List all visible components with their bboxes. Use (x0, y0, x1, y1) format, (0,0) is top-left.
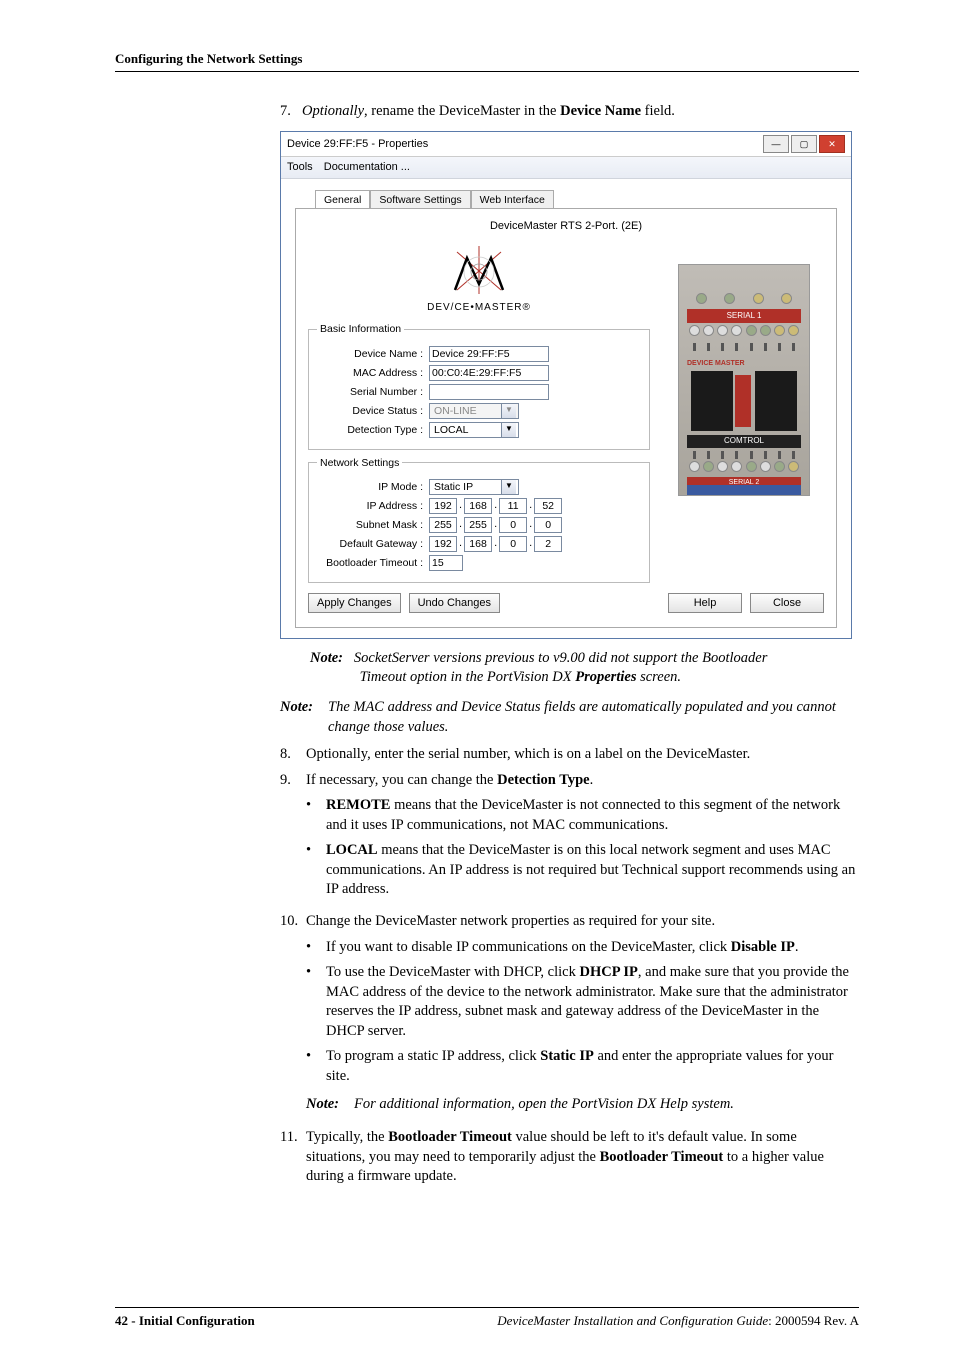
note-socketserver: Note: SocketServer versions previous to … (310, 649, 859, 688)
device-serial1-label: SERIAL 1 (687, 309, 801, 323)
default-gateway-label: Default Gateway : (317, 537, 423, 551)
step-number: 7. (280, 102, 302, 122)
bootloader-timeout-label: Bootloader Timeout : (317, 556, 423, 570)
window-controls: — ▢ ✕ (763, 135, 845, 153)
device-comtrol-label: COMTROL (687, 435, 801, 448)
mask-octet-4[interactable] (534, 517, 562, 533)
dialog-body: GeneralSoftware SettingsWeb Interface De… (281, 179, 851, 638)
basic-legend: Basic Information (317, 322, 404, 336)
note-mac-status: Note: The MAC address and Device Status … (280, 698, 859, 737)
close-button[interactable]: Close (750, 593, 824, 613)
serial-number-label: Serial Number : (317, 385, 423, 399)
bootloader-timeout-input[interactable] (429, 555, 463, 571)
step-7: 7. Optionally, rename the DeviceMaster i… (280, 102, 859, 122)
gw-octet-1[interactable] (429, 536, 457, 552)
mac-address-input (429, 365, 549, 381)
gw-octet-2[interactable] (464, 536, 492, 552)
minimize-button[interactable]: — (763, 135, 789, 153)
ip-mode-select[interactable]: Static IP ▼ (429, 479, 519, 495)
mac-address-label: MAC Address : (317, 366, 423, 380)
device-status-select: ON-LINE ▼ (429, 403, 519, 419)
ip-address-label: IP Address : (317, 499, 423, 513)
undo-changes-button[interactable]: Undo Changes (409, 593, 500, 613)
chevron-down-icon[interactable]: ▼ (501, 423, 516, 437)
serial-number-input[interactable] (429, 384, 549, 400)
chevron-down-icon: ▼ (501, 404, 516, 418)
step-9: 9. If necessary, you can change the Dete… (280, 771, 859, 906)
tab-general[interactable]: General (315, 190, 370, 209)
tab-software-settings[interactable]: Software Settings (370, 190, 470, 209)
gw-octet-4[interactable] (534, 536, 562, 552)
menu-bar: Tools Documentation ... (281, 157, 851, 179)
network-legend: Network Settings (317, 456, 402, 470)
header-rule (115, 71, 859, 72)
window-title: Device 29:FF:F5 - Properties (287, 137, 763, 152)
tab-strip: GeneralSoftware SettingsWeb Interface (315, 189, 837, 208)
device-name-input[interactable] (429, 346, 549, 362)
logo-text: DEV/CE•MASTER® (308, 301, 650, 315)
detection-type-label: Detection Type : (317, 423, 423, 437)
page-footer: 42 - Initial Configuration DeviceMaster … (115, 1307, 859, 1330)
mask-octet-2[interactable] (464, 517, 492, 533)
mask-octet-3[interactable] (499, 517, 527, 533)
page-content: 7. Optionally, rename the DeviceMaster i… (280, 102, 859, 1187)
basic-information-group: Basic Information Device Name : MAC Addr… (308, 322, 650, 449)
chevron-down-icon[interactable]: ▼ (501, 480, 516, 494)
step-text: Optionally, rename the DeviceMaster in t… (302, 102, 675, 122)
help-button[interactable]: Help (668, 593, 742, 613)
ip-octet-2[interactable] (464, 498, 492, 514)
titlebar: Device 29:FF:F5 - Properties — ▢ ✕ (281, 132, 851, 157)
running-header: Configuring the Network Settings (115, 50, 859, 68)
step-11: 11. Typically, the Bootloader Timeout va… (280, 1128, 859, 1187)
ip-octet-4[interactable] (534, 498, 562, 514)
ip-octet-3[interactable] (499, 498, 527, 514)
ip-mode-label: IP Mode : (317, 480, 423, 494)
devicemaster-logo: DEV/CE•MASTER® (308, 244, 650, 315)
detection-type-select[interactable]: LOCAL ▼ (429, 422, 519, 438)
gw-octet-3[interactable] (499, 536, 527, 552)
device-dm-label: DEVICE MASTER (687, 359, 801, 368)
tab-web-interface[interactable]: Web Interface (471, 190, 554, 209)
close-window-button[interactable]: ✕ (819, 135, 845, 153)
properties-dialog: Device 29:FF:F5 - Properties — ▢ ✕ Tools… (280, 131, 852, 639)
network-settings-group: Network Settings IP Mode : Static IP ▼ I… (308, 456, 650, 583)
tab-panel-general: DeviceMaster RTS 2-Port. (2E) (295, 208, 837, 628)
maximize-button[interactable]: ▢ (791, 135, 817, 153)
device-status-label: Device Status : (317, 404, 423, 418)
ip-octet-1[interactable] (429, 498, 457, 514)
menu-tools[interactable]: Tools (287, 161, 313, 173)
subnet-mask-label: Subnet Mask : (317, 518, 423, 532)
device-image: SERIAL 1 DEVICE MASTER COMTROL SERIAL 2 (678, 264, 810, 496)
logo-icon (449, 244, 509, 298)
menu-documentation[interactable]: Documentation ... (324, 161, 410, 173)
mask-octet-1[interactable] (429, 517, 457, 533)
apply-changes-button[interactable]: Apply Changes (308, 593, 401, 613)
device-name-label: Device Name : (317, 347, 423, 361)
dialog-bottom-buttons: Apply Changes Undo Changes Help Close (308, 593, 824, 613)
step-10: 10. Change the DeviceMaster network prop… (280, 912, 859, 1122)
device-model-title: DeviceMaster RTS 2-Port. (2E) (308, 219, 824, 234)
step-8: 8. Optionally, enter the serial number, … (280, 745, 859, 765)
